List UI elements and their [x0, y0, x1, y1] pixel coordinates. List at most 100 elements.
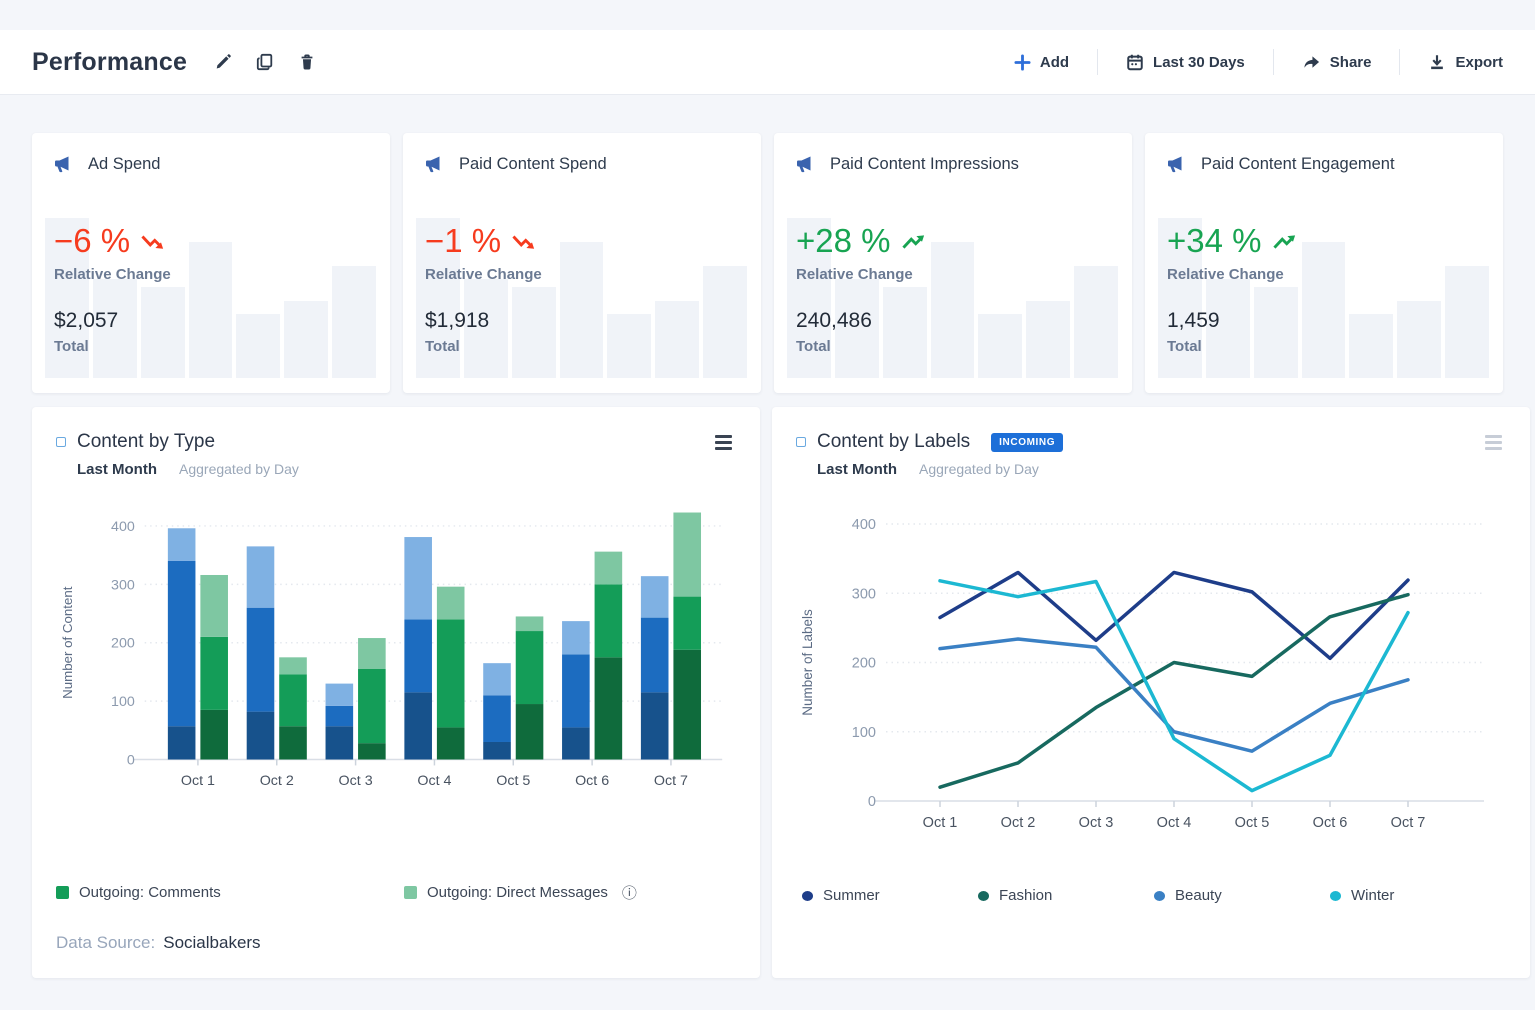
chart-aggregation: Aggregated by Day [179, 461, 299, 477]
legend-label: Fashion [999, 887, 1053, 904]
calendar-icon [1127, 54, 1143, 71]
svg-text:Oct 6: Oct 6 [1313, 815, 1348, 831]
svg-text:Oct 4: Oct 4 [417, 773, 451, 789]
export-button[interactable]: Export [1400, 53, 1503, 71]
chart-title: Content by Labels [817, 431, 971, 452]
svg-text:Oct 3: Oct 3 [1079, 815, 1114, 831]
svg-text:Number of Labels: Number of Labels [800, 609, 815, 716]
svg-text:300: 300 [111, 577, 135, 593]
trend-down-icon [141, 234, 164, 249]
svg-text:Oct 5: Oct 5 [1235, 815, 1270, 831]
data-source-value: Socialbakers [163, 933, 261, 952]
legend-label: Beauty [1175, 887, 1222, 904]
legend-swatch [56, 886, 69, 899]
kpi-card: Paid Content Engagement +34 % Relative Cha… [1145, 133, 1503, 393]
bar-chart[interactable]: 0 100 200 300 400 Number of Content Oct 1 Oct 2… [56, 512, 736, 809]
svg-text:Oct 3: Oct 3 [339, 773, 373, 789]
edit-icon[interactable] [213, 52, 233, 72]
kpi-card: Paid Content Spend −1 % Relative Change $1,… [403, 133, 761, 393]
kpi-card: Ad Spend −6 % Relative Change $2,057 Total [32, 133, 390, 393]
svg-text:Oct 5: Oct 5 [496, 773, 530, 789]
chart-header: Content by Labels INCOMING Last Month Ag… [796, 431, 1506, 478]
info-icon[interactable]: ⓘ [622, 882, 637, 903]
svg-text:300: 300 [852, 586, 876, 602]
svg-text:Oct 6: Oct 6 [575, 773, 609, 789]
svg-text:400: 400 [852, 517, 876, 533]
line-chart-legend: Summer Fashion Beauty Winter [796, 887, 1506, 904]
duplicate-icon[interactable] [255, 52, 275, 72]
export-label: Export [1455, 53, 1503, 71]
kpi-relative-change-label: Relative Change [54, 266, 171, 283]
kpi-total-label: Total [425, 338, 460, 355]
legend-swatch [404, 886, 417, 899]
legend-item-winter[interactable]: Winter [1330, 887, 1506, 904]
kpi-total-value: 240,486 [796, 309, 872, 332]
share-button[interactable]: Share [1274, 54, 1400, 71]
legend-label: Summer [823, 887, 880, 904]
legend-dot [1154, 890, 1165, 901]
chart-period: Last Month [817, 461, 897, 478]
kpi-total-label: Total [54, 338, 89, 355]
header-actions: Add Last 30 Days Share Export [986, 49, 1503, 75]
content-by-labels-card: Content by Labels INCOMING Last Month Ag… [772, 407, 1530, 978]
kpi-row: Ad Spend −6 % Relative Change $2,057 Total Pa… [32, 133, 1503, 393]
chart-period: Last Month [77, 461, 157, 478]
trend-up-icon [1272, 234, 1295, 249]
incoming-badge: INCOMING [991, 432, 1064, 452]
legend-item-beauty[interactable]: Beauty [1154, 887, 1330, 904]
legend-item-direct-messages[interactable]: Outgoing: Direct Messages ⓘ [404, 882, 736, 903]
kpi-title: Ad Spend [88, 155, 161, 173]
line-chart[interactable]: 0 100 200 300 400 Number of Labels Oct 1 Oct 2 O… [796, 512, 1506, 847]
svg-text:0: 0 [868, 794, 876, 810]
chart-title: Content by Type [77, 431, 216, 452]
chart-header: Content by Type Last Month Aggregated by… [56, 431, 736, 478]
kpi-relative-change-label: Relative Change [1167, 266, 1284, 283]
menu-icon[interactable] [1481, 431, 1506, 454]
kpi-title: Paid Content Spend [459, 155, 607, 173]
widget-square-icon [56, 437, 66, 447]
bar-chart-legend: Outgoing: Comments Outgoing: Direct Mess… [56, 882, 736, 903]
delete-icon[interactable] [297, 52, 317, 72]
kpi-relative-change-label: Relative Change [425, 266, 542, 283]
kpi-total-label: Total [1167, 338, 1202, 355]
kpi-total-value: $1,918 [425, 309, 490, 332]
menu-icon[interactable] [711, 431, 736, 454]
megaphone-icon [1168, 156, 1182, 173]
page-header: Performance Add Last 30 Days Share Expor… [0, 30, 1535, 95]
svg-text:200: 200 [111, 636, 135, 652]
kpi-total-value: 1,459 [1167, 309, 1220, 332]
date-range-label: Last 30 Days [1153, 53, 1245, 71]
kpi-relative-change-value: +34 % [1167, 222, 1481, 260]
kpi-relative-change-value: −1 % [425, 222, 739, 260]
svg-text:100: 100 [111, 694, 135, 710]
legend-label: Outgoing: Comments [79, 884, 221, 901]
date-range-button[interactable]: Last 30 Days [1098, 53, 1273, 71]
svg-text:Oct 7: Oct 7 [654, 773, 688, 789]
megaphone-icon [797, 156, 811, 173]
trend-up-icon [901, 234, 924, 249]
svg-text:Oct 1: Oct 1 [923, 815, 958, 831]
data-source-label: Data Source: [56, 933, 156, 952]
svg-text:0: 0 [127, 752, 135, 768]
kpi-total-label: Total [796, 338, 831, 355]
kpi-relative-change-label: Relative Change [796, 266, 913, 283]
megaphone-icon [426, 156, 440, 173]
data-source: Data Source: Socialbakers [56, 933, 736, 953]
svg-text:100: 100 [852, 725, 876, 741]
kpi-title: Paid Content Engagement [1201, 155, 1395, 173]
plus-icon [1014, 53, 1031, 71]
add-button[interactable]: Add [986, 54, 1097, 71]
svg-text:Oct 7: Oct 7 [1391, 815, 1426, 831]
legend-label: Winter [1351, 887, 1395, 904]
legend-item-summer[interactable]: Summer [802, 887, 978, 904]
svg-text:Oct 2: Oct 2 [1001, 815, 1036, 831]
megaphone-icon [55, 156, 69, 173]
legend-item-comments[interactable]: Outgoing: Comments [56, 884, 404, 901]
add-label: Add [1039, 53, 1070, 71]
kpi-card: Paid Content Impressions +28 % Relative Ch… [774, 133, 1132, 393]
legend-item-fashion[interactable]: Fashion [978, 887, 1154, 904]
legend-dot [1330, 890, 1341, 901]
legend-label: Outgoing: Direct Messages [427, 884, 608, 901]
share-label: Share [1329, 53, 1372, 71]
page-title: Performance [32, 47, 188, 76]
